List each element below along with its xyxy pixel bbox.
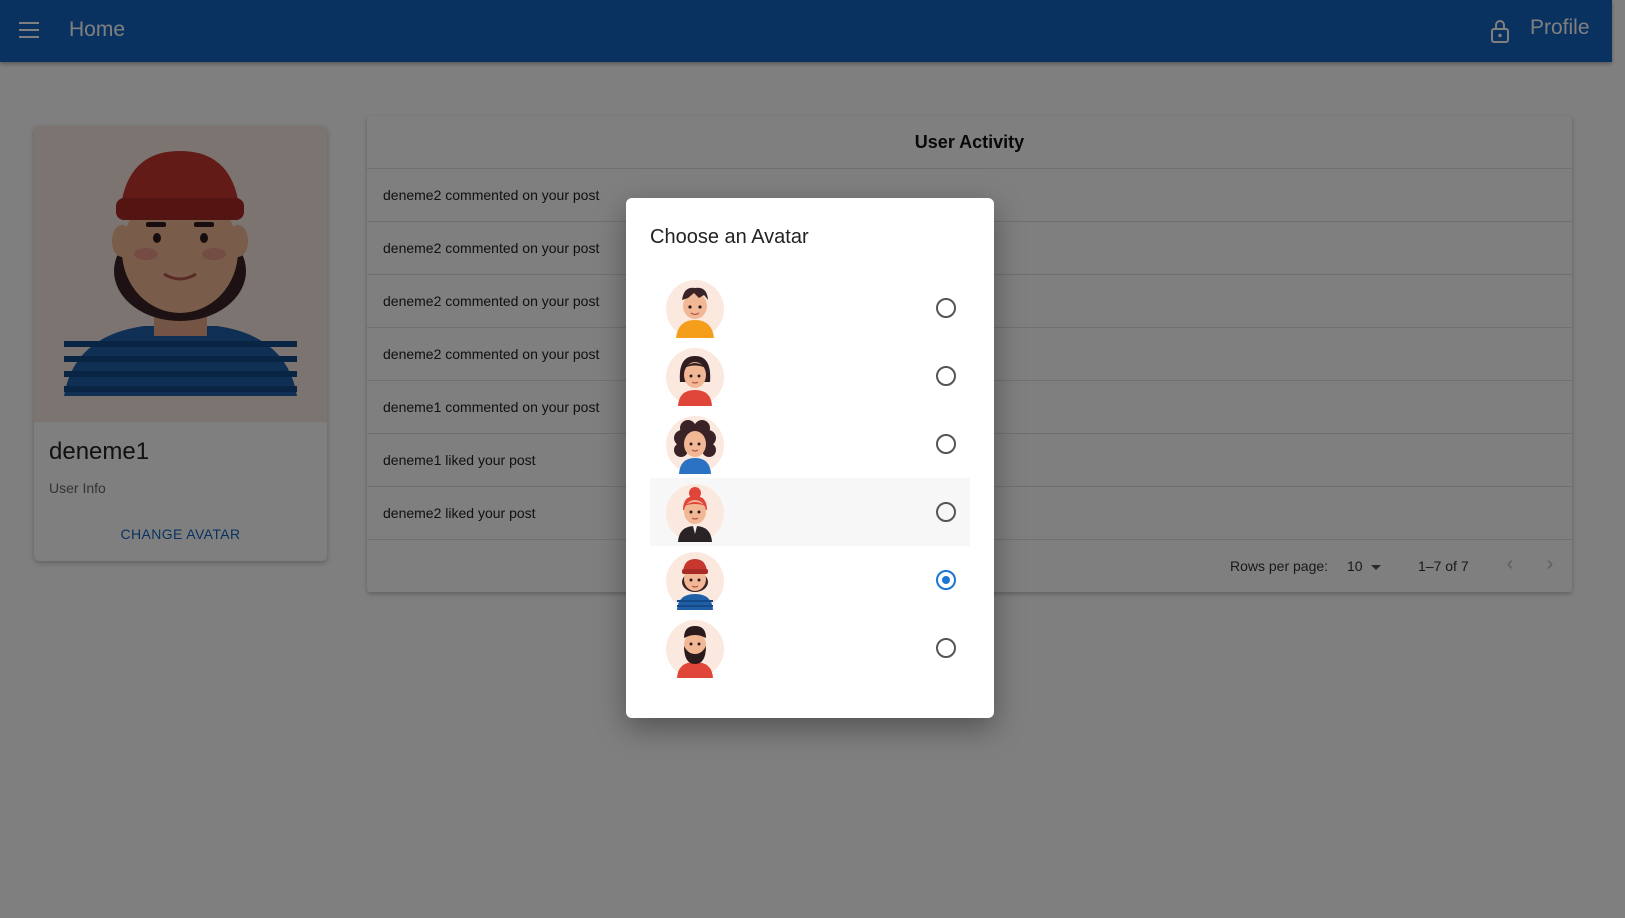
avatar-radio-2[interactable] (936, 366, 956, 386)
avatar-dark-hair-woman-icon (666, 348, 724, 406)
avatar-list (650, 274, 970, 682)
avatar-option-3[interactable] (650, 410, 970, 478)
avatar-radio-6[interactable] (936, 638, 956, 658)
avatar-dialog: Choose an Avatar (626, 198, 994, 718)
avatar-red-beanie-icon (666, 552, 724, 610)
avatar-radio-3[interactable] (936, 434, 956, 454)
avatar-curly-hair-woman-icon (666, 416, 724, 474)
avatar-red-bun-woman-icon (666, 484, 724, 542)
avatar-radio-1[interactable] (936, 298, 956, 318)
avatar-orange-hoodie-icon (666, 280, 724, 338)
avatar-option-1[interactable] (650, 274, 970, 342)
avatar-radio-5[interactable] (936, 570, 956, 590)
avatar-bearded-man-icon (666, 620, 724, 678)
avatar-option-6[interactable] (650, 614, 970, 682)
avatar-option-2[interactable] (650, 342, 970, 410)
dialog-title: Choose an Avatar (650, 226, 809, 248)
avatar-option-5[interactable] (650, 546, 970, 614)
avatar-radio-4[interactable] (936, 502, 956, 522)
avatar-option-4[interactable] (650, 478, 970, 546)
